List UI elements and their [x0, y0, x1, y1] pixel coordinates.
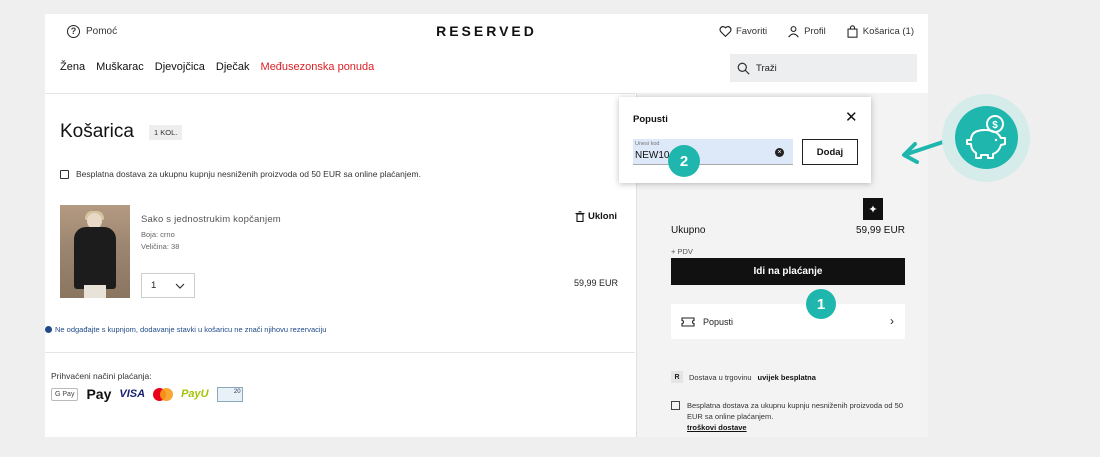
payment-logos: G Pay Pay VISA PayU 20 — [51, 386, 243, 402]
sparkle-icon[interactable]: ✦ — [863, 198, 883, 220]
divider — [45, 93, 635, 94]
free-shipping-summary: Besplatna dostava za ukupnu kupnju nesni… — [671, 400, 911, 422]
clear-input-icon[interactable]: × — [775, 148, 784, 157]
remove-label: Ukloni — [588, 211, 618, 222]
discount-code-input[interactable]: Unesi kod NEW10 × — [633, 139, 793, 165]
page-title: Košarica — [60, 121, 134, 142]
chevron-down-icon — [175, 283, 185, 289]
cart-link[interactable]: Košarica (1) — [846, 25, 914, 38]
store-delivery-info: R Dostava u trgovinu uvijek besplatna — [671, 371, 816, 383]
favorites-link[interactable]: Favoriti — [719, 25, 767, 38]
product-image[interactable] — [60, 205, 130, 298]
divider — [45, 352, 635, 353]
step-marker-2: 2 — [668, 145, 700, 177]
free-shipping-text: Besplatna dostava za ukupnu kupnju nesni… — [76, 169, 421, 179]
cart-label: Košarica (1) — [862, 26, 914, 37]
user-icon — [788, 26, 799, 38]
page-frame: ? Pomoć RESERVED Favoriti Profil Košaric… — [45, 14, 928, 437]
nav-item-djevojcica[interactable]: Djevojčica — [155, 61, 205, 73]
nav-item-promo[interactable]: Međusezonska ponuda — [261, 61, 375, 73]
profile-label: Profil — [804, 26, 826, 37]
mastercard-logo — [153, 387, 174, 401]
discounts-button[interactable]: Popusti › — [671, 304, 905, 339]
quantity-select[interactable]: 1 — [141, 273, 195, 298]
search-input[interactable]: Traži — [730, 54, 917, 82]
visa-logo: VISA — [119, 388, 146, 400]
piggy-bank-icon: $ — [955, 106, 1018, 169]
nav-item-djecak[interactable]: Dječak — [216, 61, 250, 73]
subtotal-value: 59,99 EUR — [856, 225, 905, 236]
popup-title: Popusti — [633, 114, 668, 125]
item-count-badge: 1 KOL. — [149, 125, 183, 140]
vat-note: + PDV — [671, 247, 693, 256]
discount-code-value: NEW10 — [635, 150, 670, 161]
store-delivery-free: uvijek besplatna — [757, 372, 816, 382]
box-icon — [671, 401, 680, 410]
close-icon[interactable]: ✕ — [845, 110, 858, 125]
profile-link[interactable]: Profil — [787, 25, 826, 38]
free-shipping-note: Besplatna dostava za ukupnu kupnju nesni… — [60, 169, 421, 179]
bag-icon — [847, 25, 858, 38]
store-badge-icon: R — [671, 371, 683, 383]
step-marker-1: 1 — [806, 289, 836, 319]
apple-pay-logo: Pay — [86, 386, 112, 402]
ticket-icon — [681, 316, 695, 327]
add-code-button[interactable]: Dodaj — [802, 139, 858, 165]
nav-item-muskarac[interactable]: Muškarac — [96, 61, 144, 73]
search-icon — [737, 62, 750, 75]
product-color: Boja: crno — [141, 230, 175, 239]
remove-button[interactable]: Ukloni — [575, 211, 617, 222]
discounts-label: Popusti — [703, 316, 734, 327]
google-pay-logo: G Pay — [51, 387, 79, 401]
chevron-right-icon: › — [890, 314, 894, 328]
svg-text:$: $ — [992, 120, 998, 131]
info-icon — [45, 326, 52, 333]
nav-item-zena[interactable]: Žena — [60, 61, 85, 73]
trash-icon — [575, 211, 585, 222]
shipping-bag-icon — [60, 169, 69, 179]
discount-code-label: Unesi kod — [635, 141, 660, 147]
free-shipping-summary-text: Besplatna dostava za ukupnu kupnju nesni… — [687, 401, 903, 421]
main-nav: Žena Muškarac Djevojčica Dječak Međusezo… — [60, 61, 374, 73]
payu-logo: PayU — [181, 388, 209, 400]
reservation-note: Ne odgađajte s kupnjom, dodavanje stavki… — [45, 325, 326, 334]
favorites-label: Favoriti — [735, 26, 768, 37]
gift-card-logo: 20 — [216, 386, 243, 402]
heart-icon — [719, 26, 732, 38]
store-delivery-prefix: Dostava u trgovinu — [689, 372, 752, 382]
subtotal-label: Ukupno — [671, 225, 706, 236]
search-placeholder: Traži — [756, 62, 777, 74]
product-name[interactable]: Sako s jednostrukim kopčanjem — [141, 214, 281, 225]
quantity-value: 1 — [151, 280, 157, 291]
product-size: Veličina: 38 — [141, 242, 180, 251]
reservation-text: Ne odgađajte s kupnjom, dodavanje stavki… — [55, 325, 327, 334]
shipping-costs-link[interactable]: troškovi dostave — [687, 423, 747, 432]
payment-methods-label: Prihvaćeni načini plaćanja: — [51, 371, 152, 381]
item-price: 59,99 EUR — [574, 278, 619, 288]
discount-popup: Popusti ✕ Unesi kod NEW10 × Dodaj — [619, 97, 871, 183]
checkout-button[interactable]: Idi na plaćanje — [671, 258, 905, 285]
header-actions: Favoriti Profil Košarica (1) — [719, 25, 914, 38]
